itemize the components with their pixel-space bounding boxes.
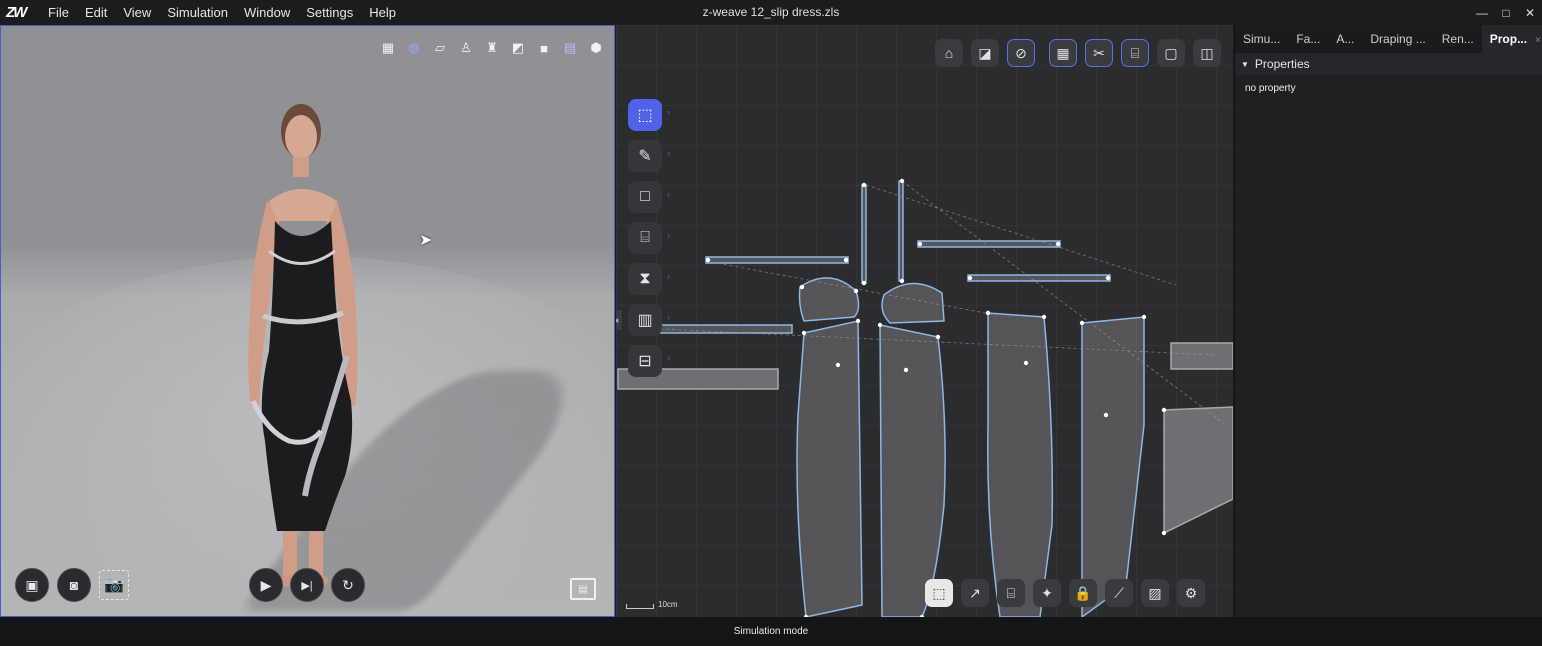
cut-icon[interactable]: ✂ bbox=[1085, 39, 1113, 67]
properties-section-header[interactable]: ▼ Properties bbox=[1235, 53, 1542, 75]
measure-tool-icon[interactable]: ⊟ bbox=[628, 345, 670, 377]
scale-label: 10cm bbox=[658, 600, 678, 609]
skirt-front-right bbox=[879, 324, 946, 617]
window-controls: — □ ✕ bbox=[1476, 0, 1536, 25]
shoulders bbox=[269, 189, 337, 221]
3d-toolbar: ▦ ◍ ▱ ♙ ♜ ◩ ■ ▤ ⬢ bbox=[378, 38, 606, 58]
play-button[interactable]: ▶ bbox=[249, 568, 283, 602]
cube-icon[interactable]: ■ bbox=[534, 38, 554, 58]
texture-icon[interactable]: ▤ bbox=[560, 38, 580, 58]
mode-indicator: Simulation mode bbox=[733, 626, 809, 637]
band-piece-1 bbox=[705, 256, 849, 264]
image-icon[interactable]: ▨ bbox=[1141, 579, 1169, 607]
front-view-icon[interactable]: ⌂ bbox=[935, 39, 963, 67]
bodice-front-left bbox=[798, 277, 860, 322]
side-piece bbox=[1163, 406, 1233, 535]
title-bar: ZW File Edit View Simulation Window Sett… bbox=[0, 0, 1542, 25]
tab-draping[interactable]: Draping ... bbox=[1362, 25, 1433, 53]
settings-icon[interactable]: ⚙ bbox=[1177, 579, 1205, 607]
sewing-edit-icon[interactable]: ⌸ bbox=[997, 579, 1025, 607]
mouse-cursor-icon: ➤ bbox=[419, 232, 433, 249]
menu-bar: File Edit View Simulation Window Setting… bbox=[40, 5, 404, 20]
grid-icon[interactable]: ▦ bbox=[1049, 39, 1077, 67]
2d-top-toolbar: ⌂ ◪ ⊘ ▦ ✂ ⌸ ▢ ◫ bbox=[935, 39, 1221, 67]
pin-edit-icon[interactable]: ✦ bbox=[1033, 579, 1061, 607]
strap-piece-1 bbox=[861, 184, 867, 284]
box-icon[interactable]: ⬢ bbox=[586, 38, 606, 58]
no-property-text: no property bbox=[1245, 83, 1296, 94]
bodice-front-right bbox=[881, 282, 945, 324]
garment-icon[interactable]: ♜ bbox=[482, 38, 502, 58]
step-button[interactable]: ▶| bbox=[290, 568, 324, 602]
face bbox=[285, 115, 317, 159]
zipper-tool-icon[interactable]: ⧗ bbox=[628, 263, 670, 295]
simulation-controls: ▶ ▶| ↻ bbox=[249, 568, 365, 602]
tab-properties-label: Prop... bbox=[1489, 32, 1528, 46]
surface-icon[interactable]: ▱ bbox=[430, 38, 450, 58]
animation-icon[interactable]: ▤ bbox=[570, 578, 596, 600]
minimize-button[interactable]: — bbox=[1476, 6, 1488, 20]
sewing-line-1 bbox=[901, 180, 1227, 426]
property-panel: Simu... Fa... A... Draping ... Ren... Pr… bbox=[1234, 25, 1542, 617]
menu-edit[interactable]: Edit bbox=[77, 5, 115, 20]
skirt-front-left bbox=[796, 320, 863, 617]
viewport-capture-controls: ▣ ◙ 📷 bbox=[15, 568, 129, 602]
band-piece-3 bbox=[967, 274, 1111, 282]
skirt-back-right bbox=[1081, 316, 1145, 617]
pin-icon[interactable]: ⊘ bbox=[1007, 39, 1035, 67]
tab-properties[interactable]: Prop... × bbox=[1481, 25, 1542, 53]
lighting-icon[interactable]: ◩ bbox=[508, 38, 528, 58]
camera-icon[interactable]: 📷 bbox=[99, 570, 129, 600]
rectangle-tool-icon[interactable]: □ bbox=[628, 181, 670, 213]
maximize-button[interactable]: □ bbox=[1500, 6, 1512, 20]
2d-tool-palette: ⬚ ✎ □ ⌸ ⧗ ▥ ⊟ bbox=[628, 99, 670, 377]
tab-simulation[interactable]: Simu... bbox=[1235, 25, 1288, 53]
2d-pattern-window[interactable]: ◂ bbox=[616, 25, 1233, 617]
fabric-ball-icon[interactable]: ◍ bbox=[404, 38, 424, 58]
skirt-back-left bbox=[987, 312, 1054, 617]
tab-avatar[interactable]: A... bbox=[1328, 25, 1362, 53]
pattern-canvas bbox=[617, 178, 1233, 617]
display-icon[interactable]: ▢ bbox=[1157, 39, 1185, 67]
record-button[interactable]: ▣ bbox=[15, 568, 49, 602]
panel-tabs: Simu... Fa... A... Draping ... Ren... Pr… bbox=[1235, 25, 1542, 53]
sew-icon[interactable]: ⌸ bbox=[1121, 39, 1149, 67]
reset-button[interactable]: ↻ bbox=[331, 568, 365, 602]
neck bbox=[293, 157, 309, 177]
3d-viewport[interactable]: ▦ ◍ ▱ ♙ ♜ ◩ ■ ▤ ⬢ ➤ ▣ ◙ 📷 ▶ ▶| ↻ ▤ bbox=[0, 25, 615, 617]
status-bar: Simulation mode bbox=[0, 617, 1542, 646]
menu-help[interactable]: Help bbox=[361, 5, 404, 20]
close-button[interactable]: ✕ bbox=[1524, 6, 1536, 20]
snapshot-button[interactable]: ◙ bbox=[57, 568, 91, 602]
band-piece-6 bbox=[1170, 342, 1233, 370]
line-edit-icon[interactable]: ⟋ bbox=[1105, 579, 1133, 607]
2d-bottom-toolbar: ⬚ ↗ ⌸ ✦ 🔒 ⟋ ▨ ⚙ bbox=[925, 579, 1205, 607]
collapse-triangle-icon: ▼ bbox=[1241, 59, 1249, 69]
tab-close-icon[interactable]: × bbox=[1535, 35, 1541, 46]
menu-window[interactable]: Window bbox=[236, 5, 298, 20]
curve-edit-icon[interactable]: ↗ bbox=[961, 579, 989, 607]
tab-render[interactable]: Ren... bbox=[1434, 25, 1482, 53]
menu-file[interactable]: File bbox=[40, 5, 77, 20]
avatar-figure bbox=[248, 104, 358, 587]
menu-simulation[interactable]: Simulation bbox=[159, 5, 236, 20]
app-logo: ZW bbox=[6, 4, 27, 21]
menu-settings[interactable]: Settings bbox=[298, 5, 361, 20]
properties-section-title: Properties bbox=[1254, 57, 1310, 71]
menu-view[interactable]: View bbox=[115, 5, 159, 20]
layout-icon[interactable]: ◪ bbox=[971, 39, 999, 67]
sewing-line-2 bbox=[865, 184, 1177, 286]
wireframe-icon[interactable]: ▦ bbox=[378, 38, 398, 58]
tab-fabric[interactable]: Fa... bbox=[1288, 25, 1328, 53]
scale-bar-line bbox=[626, 604, 654, 609]
avatar-icon[interactable]: ♙ bbox=[456, 38, 476, 58]
scale-indicator: 10cm bbox=[626, 600, 678, 609]
sewing-tool-icon[interactable]: ⌸ bbox=[628, 222, 670, 254]
pen-tool-icon[interactable]: ✎ bbox=[628, 140, 670, 172]
lock-icon[interactable]: 🔒 bbox=[1069, 579, 1097, 607]
select-tool-icon[interactable]: ⬚ bbox=[628, 99, 670, 131]
map-tool-icon[interactable]: ▥ bbox=[628, 304, 670, 336]
arrange-icon[interactable]: ◫ bbox=[1193, 39, 1221, 67]
select-pattern-icon[interactable]: ⬚ bbox=[925, 579, 953, 607]
